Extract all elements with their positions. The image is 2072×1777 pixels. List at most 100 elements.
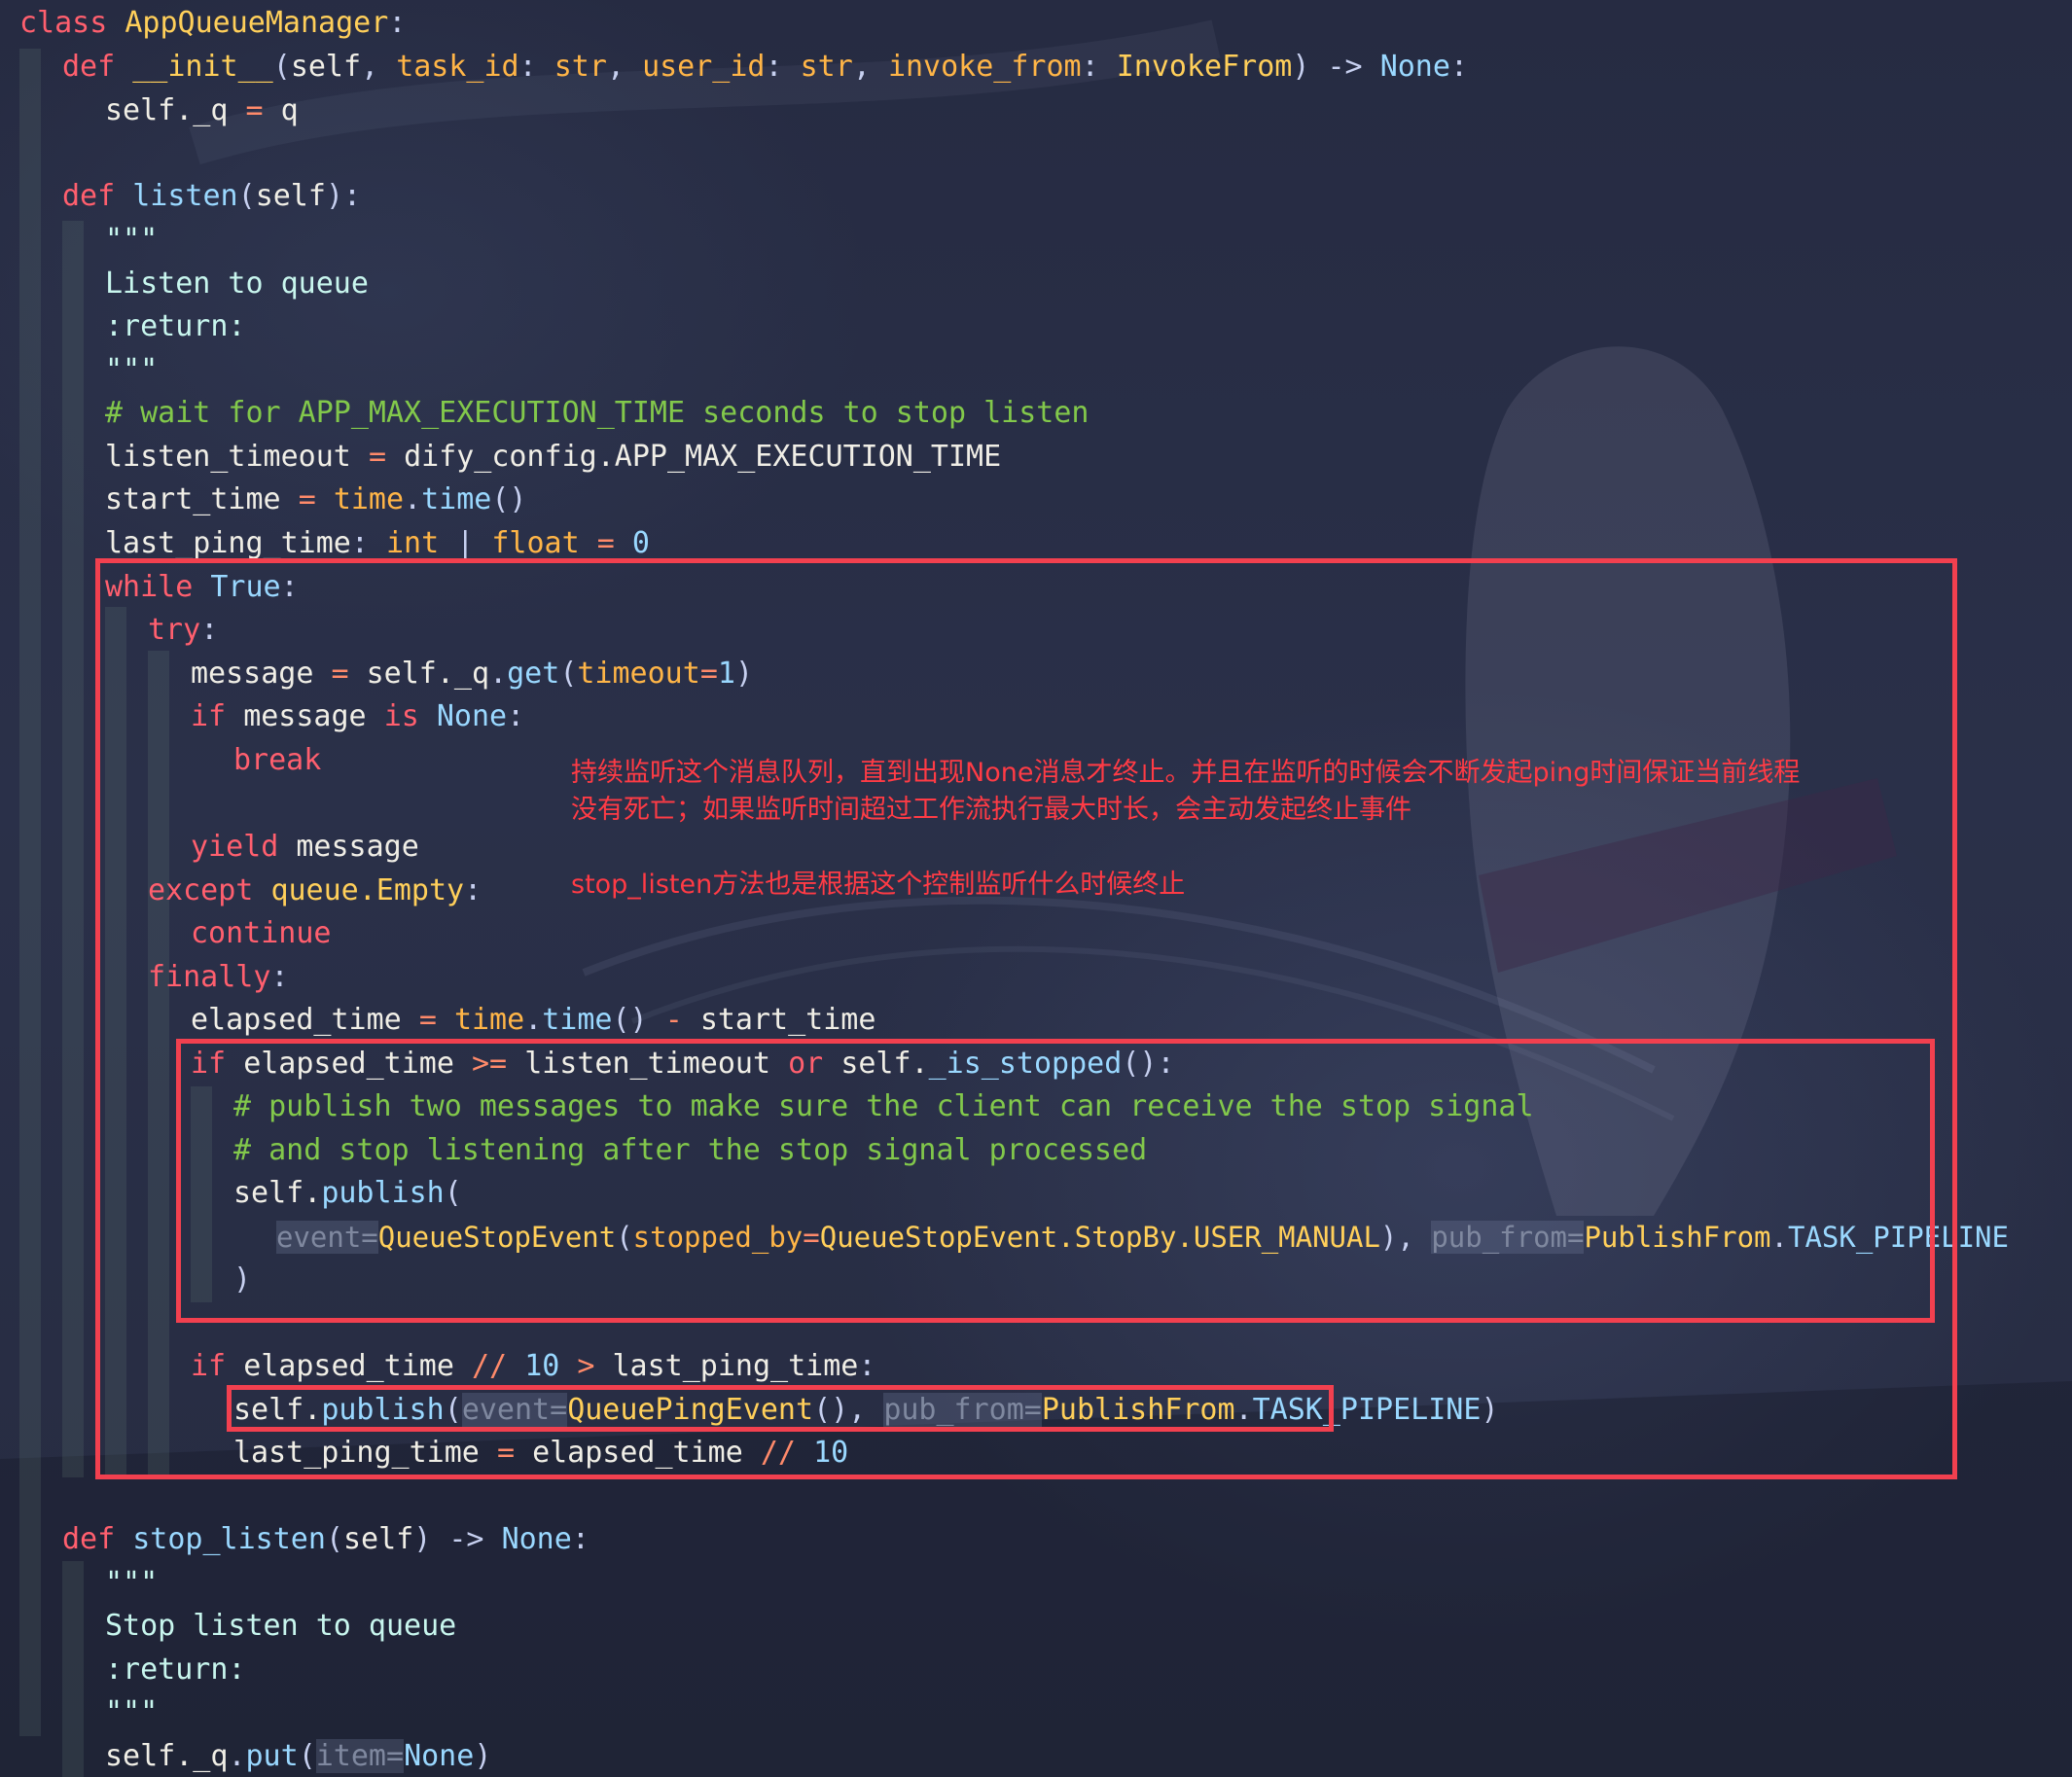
docstring: :return:: [105, 309, 246, 343]
arrow: ->: [1327, 50, 1363, 84]
none-constant: None: [404, 1739, 475, 1773]
except-keyword: except: [148, 873, 254, 907]
code-line[interactable]: start_time = time.time(): [105, 479, 527, 521]
comment: # and stop listening after the stop sign…: [233, 1133, 1148, 1167]
number: 0: [631, 526, 650, 560]
code-line[interactable]: def stop_listen(self) -> None:: [62, 1518, 589, 1561]
identifier: elapsed_time: [243, 1047, 454, 1081]
code-line[interactable]: ): [233, 1259, 251, 1301]
code-line[interactable]: event=QueueStopEvent(stopped_by=QueueSto…: [276, 1216, 2009, 1259]
code-line[interactable]: last_ping_time = elapsed_time // 10: [233, 1432, 848, 1475]
identifier: message: [191, 657, 314, 691]
number: 1: [717, 657, 735, 691]
identifier: self._q: [105, 93, 229, 127]
if-keyword: if: [191, 1047, 227, 1081]
indent-guide: [148, 651, 169, 1477]
code-line[interactable]: """: [105, 219, 158, 262]
function-call: publish: [321, 1176, 445, 1210]
code-line[interactable]: """: [105, 1691, 158, 1734]
code-line[interactable]: Listen to queue: [105, 263, 369, 305]
function-call: put: [245, 1739, 299, 1773]
code-line[interactable]: if elapsed_time // 10 > last_ping_time:: [191, 1345, 875, 1388]
keyword-arg: timeout: [577, 657, 700, 691]
code-line[interactable]: self._q = q: [105, 89, 299, 132]
code-editor[interactable]: class AppQueueManager: def __init__(self…: [0, 0, 2072, 1777]
code-line[interactable]: finally:: [148, 956, 289, 999]
docstring: """: [105, 1695, 159, 1729]
identifier: message: [243, 699, 367, 733]
enum-value: TASK_PIPELINE: [1252, 1393, 1482, 1427]
code-line[interactable]: try:: [148, 609, 218, 652]
annotation-note: 持续监听这个消息队列，直到出现None消息才终止。并且在监听的时候会不断发起pi…: [571, 758, 1801, 788]
code-line[interactable]: # and stop listening after the stop sign…: [233, 1129, 1147, 1172]
class-call: QueueStopEvent: [377, 1221, 617, 1254]
class-keyword: class: [19, 6, 108, 40]
operator: >: [577, 1349, 595, 1383]
identifier: listen_timeout: [524, 1047, 771, 1081]
indent-guide: [105, 607, 126, 1477]
enum-value: QueueStopEvent.StopBy.USER_MANUAL: [819, 1221, 1380, 1254]
code-line[interactable]: continue: [191, 912, 332, 955]
code-line[interactable]: def __init__(self, task_id: str, user_id…: [62, 46, 1468, 89]
indent-guide: [19, 49, 41, 1736]
code-line[interactable]: self._q.put(item=None): [105, 1735, 491, 1777]
if-keyword: if: [191, 1349, 227, 1383]
identifier: elapsed_time: [191, 1003, 402, 1037]
docstring: :return:: [105, 1653, 246, 1687]
enum-class: PublishFrom: [1041, 1393, 1235, 1427]
param: invoke_from: [887, 50, 1082, 84]
operator: >=: [472, 1047, 508, 1081]
number: 10: [813, 1436, 849, 1470]
code-line[interactable]: # wait for APP_MAX_EXECUTION_TIME second…: [105, 392, 1089, 435]
code-line[interactable]: :return:: [105, 305, 246, 348]
identifier: q: [280, 93, 299, 127]
code-line[interactable]: """: [105, 349, 158, 392]
class-call: QueuePingEvent: [567, 1393, 814, 1427]
code-line[interactable]: elapsed_time = time.time() - start_time: [191, 999, 875, 1042]
identifier: last_ping_time: [612, 1349, 859, 1383]
code-line[interactable]: self.publish(: [233, 1172, 462, 1215]
indent-guide: [62, 1561, 84, 1777]
function-call: publish: [321, 1393, 445, 1427]
docstring: Listen to queue: [105, 267, 369, 301]
function-call: get: [507, 657, 560, 691]
comment: # publish two messages to make sure the …: [233, 1089, 1534, 1123]
inlay-hint: pub_from=: [883, 1393, 1042, 1427]
code-line[interactable]: message = self._q.get(timeout=1): [191, 653, 753, 695]
inlay-hint: event=: [276, 1221, 378, 1254]
code-line[interactable]: Stop listen to queue: [105, 1605, 456, 1648]
operator: -: [664, 1003, 683, 1037]
type: int: [386, 526, 440, 560]
function-name: stop_listen: [132, 1522, 326, 1556]
code-line[interactable]: def listen(self):: [62, 175, 361, 218]
code-line[interactable]: # publish two messages to make sure the …: [233, 1085, 1534, 1128]
function-name: listen: [132, 179, 238, 213]
identifier: listen_timeout: [105, 440, 351, 474]
code-line[interactable]: yield message: [191, 826, 419, 869]
code-line[interactable]: if message is None:: [191, 695, 524, 738]
function-call: _is_stopped: [928, 1047, 1123, 1081]
code-line[interactable]: while True:: [105, 566, 299, 609]
identifier: last_ping_time: [105, 526, 351, 560]
code-line[interactable]: listen_timeout = dify_config.APP_MAX_EXE…: [105, 436, 1001, 479]
operator: //: [472, 1349, 508, 1383]
def-keyword: def: [62, 179, 116, 213]
code-line[interactable]: class AppQueueManager:: [19, 2, 406, 45]
code-line[interactable]: last_ping_time: int | float = 0: [105, 522, 650, 565]
none-constant: None: [501, 1522, 572, 1556]
code-line[interactable]: except queue.Empty:: [148, 870, 482, 912]
punctuation: :: [388, 6, 407, 40]
code-line[interactable]: break: [233, 739, 321, 782]
docstring: """: [105, 353, 159, 387]
identifier: elapsed_time: [532, 1436, 743, 1470]
identifier: self.: [840, 1047, 929, 1081]
identifier: self.: [233, 1176, 322, 1210]
code-line[interactable]: """: [105, 1562, 158, 1605]
if-keyword: if: [191, 699, 227, 733]
code-line[interactable]: if elapsed_time >= listen_timeout or sel…: [191, 1043, 1175, 1085]
param: self: [255, 179, 326, 213]
or-keyword: or: [788, 1047, 824, 1081]
annotation-note: stop_listen方法也是根据这个控制监听什么时候终止: [571, 870, 1186, 900]
code-line[interactable]: self.publish(event=QueuePingEvent(), pub…: [233, 1389, 1499, 1432]
code-line[interactable]: :return:: [105, 1649, 246, 1691]
